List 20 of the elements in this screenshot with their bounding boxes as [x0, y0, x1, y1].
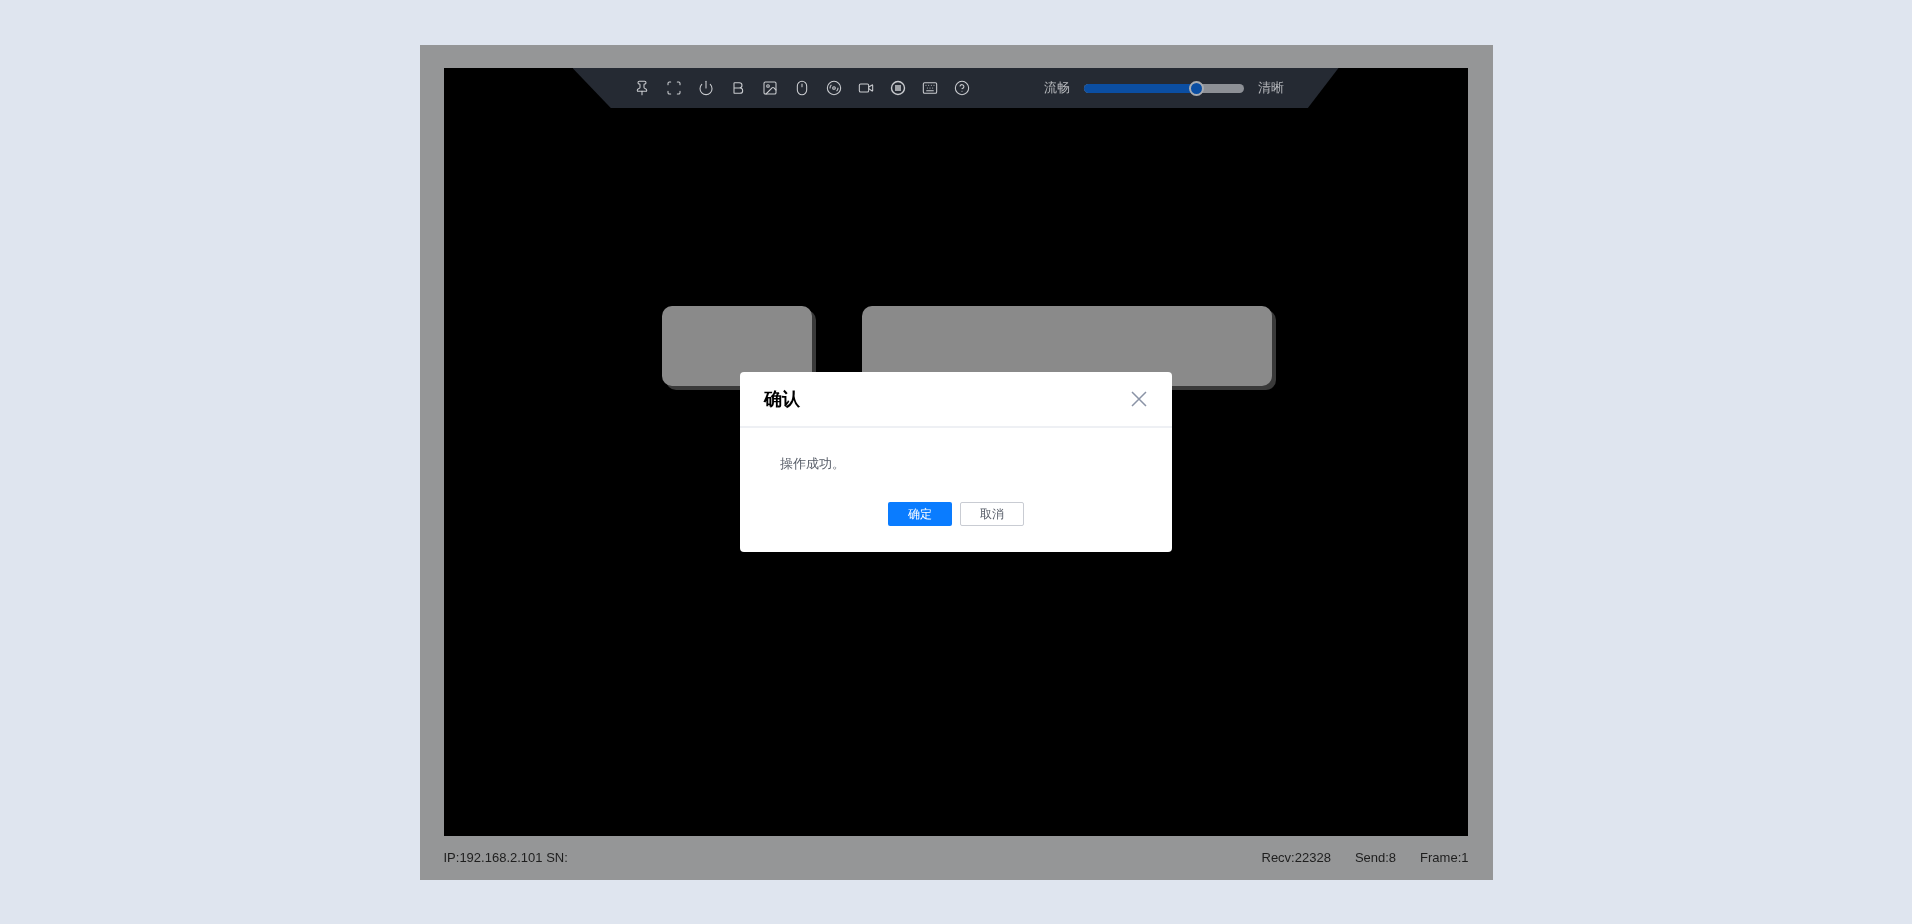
status-text: Recv:22328 — [1261, 849, 1331, 868]
power-icon[interactable] — [697, 80, 714, 96]
close-icon[interactable] — [1129, 390, 1148, 408]
fullscreen-icon[interactable] — [665, 80, 682, 96]
status-text: Send:8 — [1354, 849, 1397, 868]
confirm-button[interactable]: 确定 — [887, 501, 952, 526]
slider-label: 清晰 — [1257, 79, 1284, 98]
help-icon[interactable] — [953, 80, 970, 96]
cancel-button[interactable]: 取消 — [959, 501, 1024, 526]
slider-thumb[interactable] — [1188, 80, 1204, 96]
status-text: Frame:1 — [1420, 849, 1469, 868]
dialog-title: 确认 — [763, 387, 800, 411]
status-text: IP:192.168.2.101 SN: — [443, 849, 568, 868]
dialog-message: 操作成功。 — [779, 455, 846, 473]
disc-icon[interactable] — [825, 80, 842, 96]
keyboard-icon[interactable] — [921, 80, 938, 96]
image-icon[interactable] — [761, 80, 778, 96]
slider-label: 流畅 — [1043, 79, 1070, 98]
quality-slider[interactable] — [1083, 80, 1244, 96]
video-icon[interactable] — [857, 80, 874, 96]
